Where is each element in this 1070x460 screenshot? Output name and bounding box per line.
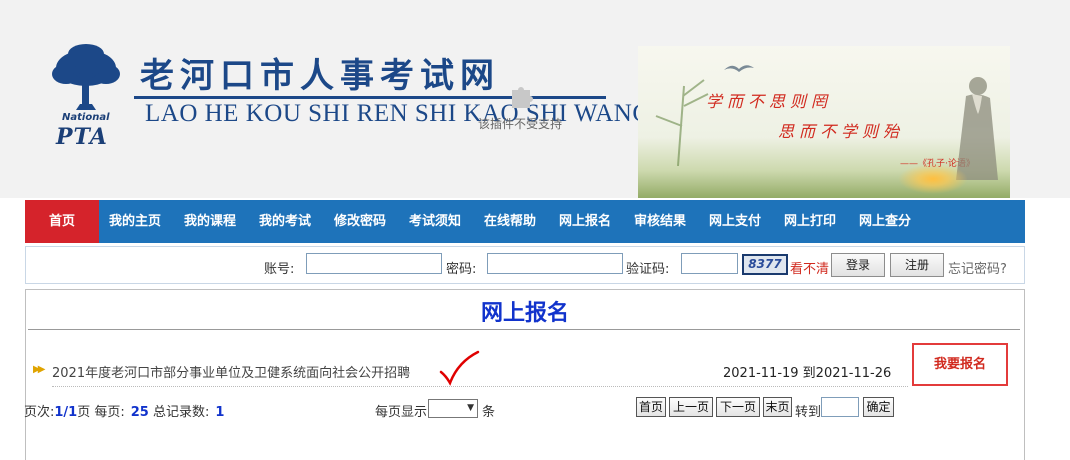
registration-panel: 网上报名 ▶▶ 2021年度老河口市部分事业单位及卫健系统面向社会公开招聘 20… (24, 289, 1025, 460)
chevron-down-icon: ▼ (467, 403, 474, 413)
total-value: 1 (215, 405, 225, 420)
captcha-label: 验证码: (626, 262, 670, 277)
password-input[interactable] (487, 253, 623, 274)
per-page-select[interactable]: ▼ (428, 399, 478, 418)
page-unit-label: 页 每页: (77, 405, 125, 420)
listing-dates: 2021-11-19 到2021-11-26 (723, 366, 892, 381)
goto-page-input[interactable] (821, 397, 859, 417)
apply-highlight-box: 我要报名 (912, 343, 1008, 386)
account-label: 账号: (264, 262, 295, 277)
page-title: 网上报名 (480, 301, 569, 326)
banner-painting: 学而不思则罔 思而不学则殆 ——《孔子·论语》 (638, 46, 1010, 198)
first-page-button[interactable]: 首页 (636, 397, 666, 417)
goto-label: 转到 (795, 405, 822, 420)
nav-item-my-homepage[interactable]: 我的主页 (109, 200, 161, 243)
password-label: 密码: (446, 262, 477, 277)
double-arrow-icon: ▶▶ (33, 364, 46, 375)
cant-see-text-2: 不清 (803, 262, 830, 277)
plugin-unsupported-message: 该插件不受支持 (478, 117, 563, 131)
site-logo[interactable]: National PTA (50, 42, 122, 152)
red-checkmark-icon (439, 350, 480, 386)
nav-item-home[interactable]: 首页 (25, 200, 99, 243)
account-input[interactable] (306, 253, 442, 274)
refresh-captcha-link[interactable]: 看不清 (790, 258, 829, 277)
last-page-button[interactable]: 末页 (763, 397, 792, 417)
captcha-input[interactable] (681, 253, 738, 274)
goto-confirm-button[interactable]: 确定 (863, 397, 894, 417)
nav-item-online-payment[interactable]: 网上支付 (709, 200, 761, 243)
register-button[interactable]: 注册 (890, 253, 944, 277)
forgot-password-link[interactable]: 忘记密码? (948, 258, 1007, 277)
nav-item-my-courses[interactable]: 我的课程 (184, 200, 236, 243)
main-nav: 首页 我的主页 我的课程 我的考试 修改密码 考试须知 在线帮助 网上报名 审核… (25, 200, 1025, 243)
next-page-button[interactable]: 下一页 (716, 397, 760, 417)
nav-item-online-help[interactable]: 在线帮助 (484, 200, 536, 243)
logo-pta-text: PTA (56, 124, 108, 150)
per-page-unit: 条 (482, 405, 496, 420)
puzzle-plugin-icon (512, 87, 533, 108)
nav-item-score-query[interactable]: 网上查分 (859, 200, 911, 243)
per-page-value: 25 (130, 405, 149, 420)
cant-see-text-1: 看 (790, 262, 804, 277)
site-subtitle: LAO HE KOU SHI REN SHI KAO SHI WANG (145, 100, 651, 127)
apply-link[interactable]: 我要报名 (914, 345, 1006, 384)
nav-item-my-exams[interactable]: 我的考试 (259, 200, 311, 243)
captcha-image[interactable]: 8377 (742, 254, 788, 275)
tree-logo-icon (52, 44, 120, 110)
listing-title[interactable]: 2021年度老河口市部分事业单位及卫健系统面向社会公开招聘 (52, 362, 410, 381)
login-bar: 账号: 密码: 验证码: 8377 看不清 登录 注册 忘记密码? (25, 246, 1025, 284)
logo-national-text: National (62, 112, 110, 123)
row-divider (52, 386, 908, 387)
banner-verse-1: 学而不思则罔 (706, 92, 833, 111)
pager-info: 页次:1/1页 每页: 25 总记录数: 1 (24, 401, 224, 420)
page-value: 1/1 (54, 405, 78, 420)
nav-item-review-results[interactable]: 审核结果 (634, 200, 686, 243)
site-title: 老河口市人事考试网 (140, 56, 500, 96)
title-rule (28, 329, 1020, 330)
total-label: 总记录数: (148, 405, 210, 420)
banner-verse-2: 思而不学则殆 (778, 122, 905, 141)
login-button[interactable]: 登录 (831, 253, 885, 277)
per-page-label: 每页显示 (375, 405, 428, 420)
prev-page-button[interactable]: 上一页 (669, 397, 713, 417)
nav-item-online-print[interactable]: 网上打印 (784, 200, 836, 243)
site-header: National PTA 老河口市人事考试网 LAO HE KOU SHI RE… (0, 0, 1070, 198)
nav-item-online-registration[interactable]: 网上报名 (559, 200, 611, 243)
page-label: 页次: (24, 405, 55, 420)
bird-icon (724, 65, 754, 72)
nav-item-change-password[interactable]: 修改密码 (334, 200, 386, 243)
sunset-glow (898, 164, 968, 194)
nav-item-exam-notice[interactable]: 考试须知 (409, 200, 461, 243)
